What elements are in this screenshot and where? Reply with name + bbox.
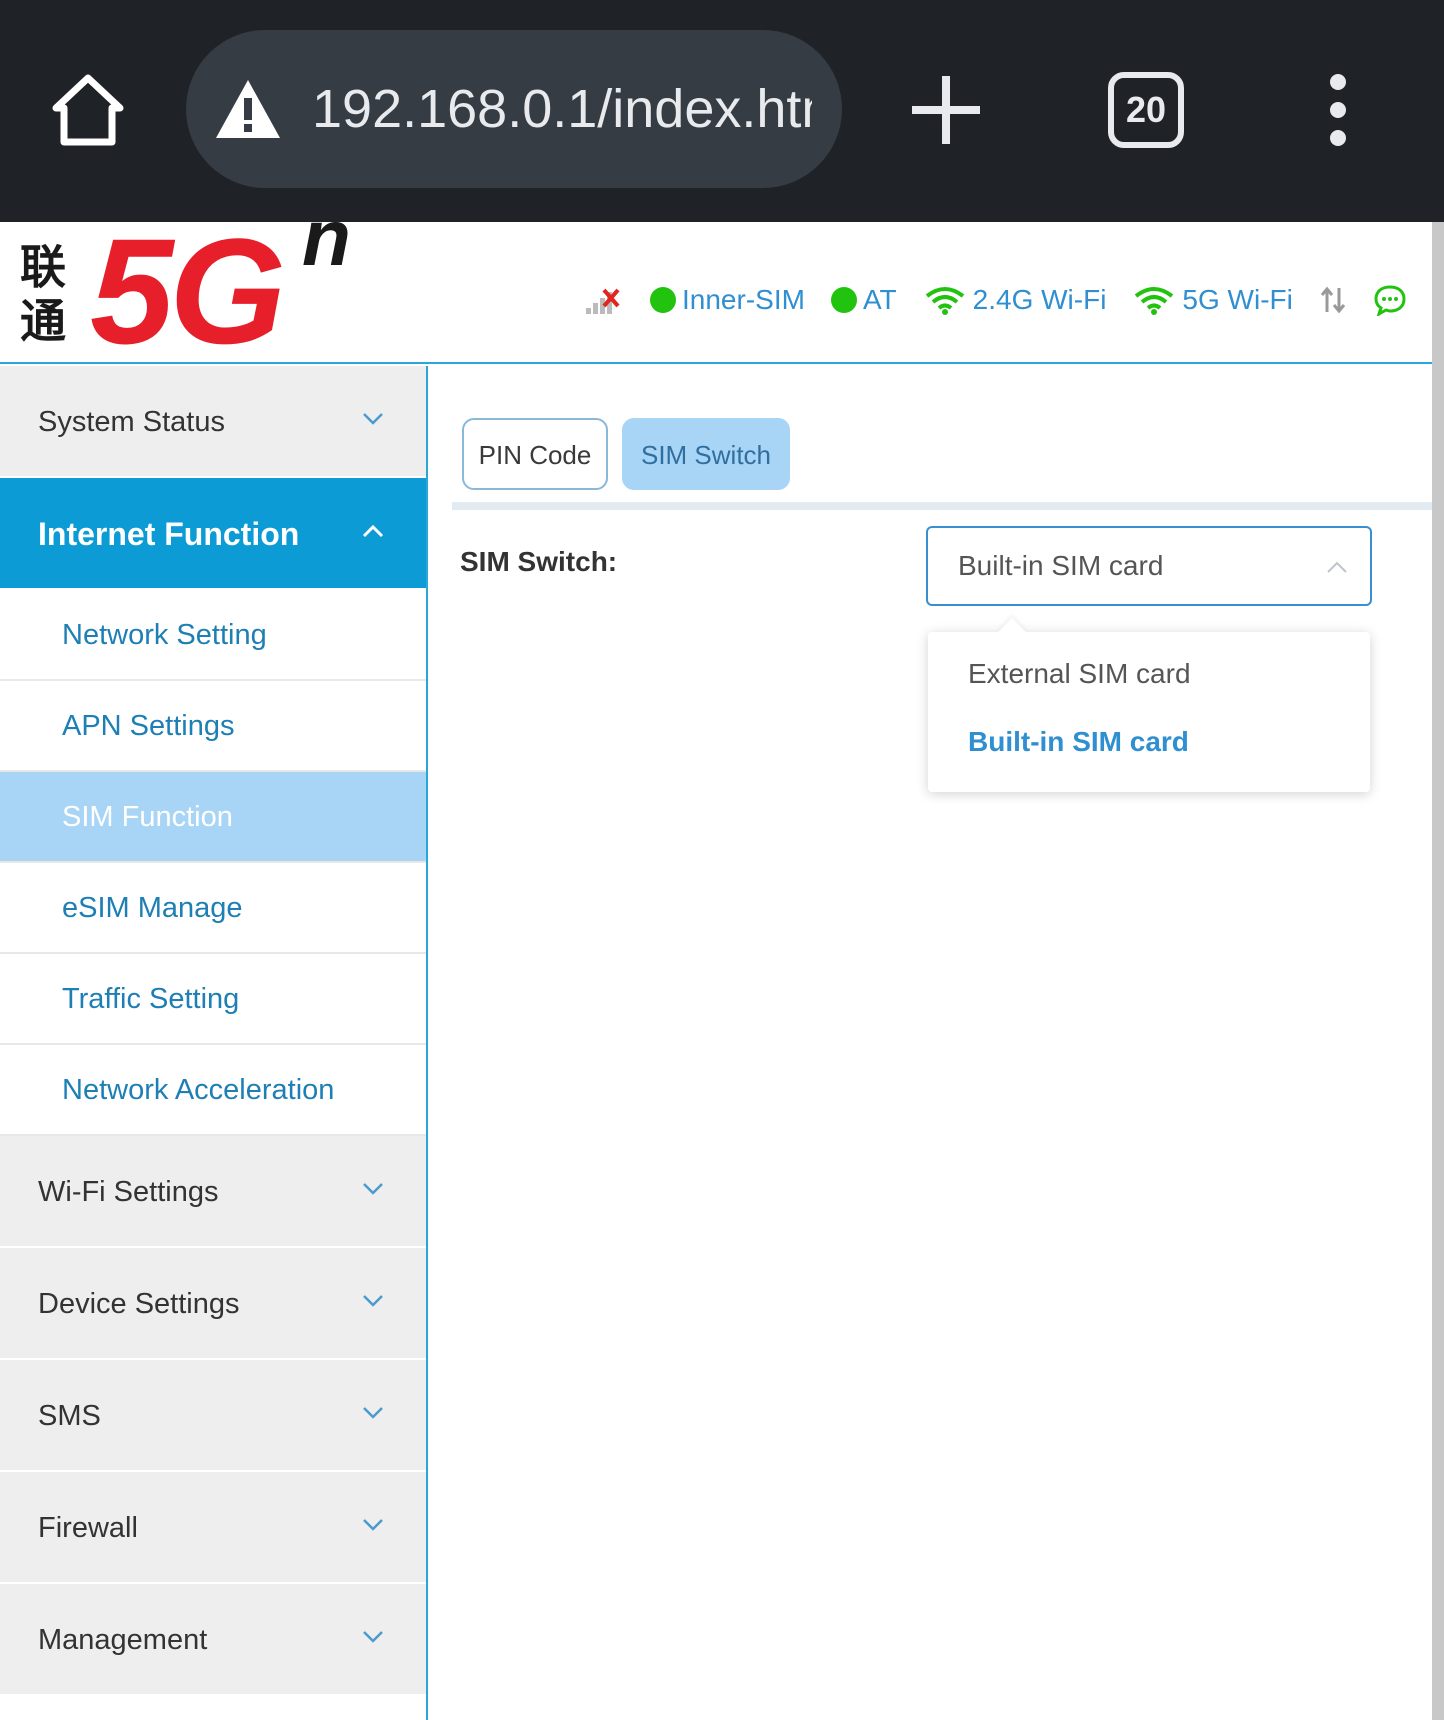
url-text[interactable]: 192.168.0.1/index.htm bbox=[312, 74, 812, 144]
sidebar-item-label: Traffic Setting bbox=[62, 983, 240, 1015]
wifi-5-status: 5G Wi-Fi bbox=[1132, 284, 1293, 316]
wifi-icon bbox=[925, 287, 964, 315]
sidebar-item-esim-manage[interactable]: eSIM Manage bbox=[0, 863, 426, 954]
wifi-24-label: 2.4G Wi-Fi bbox=[972, 284, 1107, 315]
sidebar-item-network-setting[interactable]: Network Setting bbox=[0, 590, 426, 681]
sim-switch-select[interactable]: Built-in SIM card bbox=[926, 526, 1372, 606]
sidebar-item-network-acceleration[interactable]: Network Acceleration bbox=[0, 1045, 426, 1136]
sidebar-item-label: SIM Function bbox=[62, 801, 233, 833]
sidebar-group-label: Wi-Fi Settings bbox=[38, 1176, 219, 1208]
logo-5g: 5G bbox=[90, 207, 286, 375]
sidebar-item-label: eSIM Manage bbox=[62, 892, 243, 924]
warning-icon[interactable] bbox=[214, 78, 282, 140]
sidebar-group-label: Device Settings bbox=[38, 1288, 240, 1320]
chevron-up-icon bbox=[362, 524, 384, 538]
sidebar-group-label: System Status bbox=[38, 406, 225, 438]
sidebar-group-device-settings[interactable]: Device Settings bbox=[0, 1248, 426, 1360]
sim-switch-dropdown: External SIM card Built-in SIM card bbox=[928, 617, 1370, 792]
sim-switch-select-value: Built-in SIM card bbox=[958, 550, 1164, 581]
app-header: 联通 5G n Inner-SIM AT 2.4G Wi-Fi 5G Wi-Fi bbox=[0, 193, 1433, 366]
signal-off-icon bbox=[586, 288, 620, 314]
sidebar-group-management[interactable]: Management bbox=[0, 1584, 426, 1696]
sidebar-item-sim-function[interactable]: SIM Function bbox=[0, 772, 426, 863]
sidebar-item-label: Network Acceleration bbox=[62, 1074, 335, 1106]
wifi-24-status: 2.4G Wi-Fi bbox=[923, 284, 1107, 316]
sidebar: System Status Internet Function Network … bbox=[0, 366, 428, 1720]
sidebar-group-label: Firewall bbox=[38, 1512, 138, 1544]
page-scrollbar[interactable] bbox=[1432, 222, 1444, 1720]
sim-status-dot bbox=[650, 287, 676, 313]
chevron-down-icon bbox=[363, 1183, 383, 1195]
wifi-5-label: 5G Wi-Fi bbox=[1182, 284, 1293, 315]
home-icon[interactable] bbox=[48, 70, 128, 150]
sim-switch-label: SIM Switch: bbox=[460, 546, 618, 577]
dropdown-arrow bbox=[997, 617, 1027, 647]
sms-indicator[interactable] bbox=[1373, 284, 1407, 316]
data-transfer-icon bbox=[1320, 286, 1346, 314]
sim-status-label: Inner-SIM bbox=[682, 284, 805, 315]
at-status: AT bbox=[830, 284, 897, 316]
wifi-icon bbox=[1135, 287, 1174, 315]
sidebar-item-label: APN Settings bbox=[62, 710, 235, 742]
at-status-label: AT bbox=[862, 284, 897, 315]
data-transfer-indicator bbox=[1319, 284, 1347, 316]
message-icon[interactable] bbox=[1373, 284, 1407, 316]
new-tab-icon[interactable] bbox=[910, 74, 982, 146]
browser-toolbar: 192.168.0.1/index.htm 20 bbox=[0, 0, 1444, 222]
sidebar-group-internet-function[interactable]: Internet Function bbox=[0, 478, 426, 590]
main-content: PIN Code SIM Switch SIM Switch: Built-in… bbox=[430, 366, 1432, 1720]
option-external-sim[interactable]: External SIM card bbox=[968, 658, 1191, 690]
tab-divider bbox=[452, 502, 1432, 510]
sidebar-group-label: Internet Function bbox=[38, 516, 300, 552]
chevron-down-icon bbox=[363, 1631, 383, 1643]
logo-chinese-text: 联通 bbox=[20, 240, 66, 348]
no-signal-indicator bbox=[584, 284, 624, 316]
tab-sim-switch[interactable]: SIM Switch bbox=[622, 418, 790, 490]
sidebar-group-label: SMS bbox=[38, 1400, 101, 1432]
more-options-icon[interactable] bbox=[1318, 72, 1358, 148]
option-built-in-sim[interactable]: Built-in SIM card bbox=[968, 726, 1189, 758]
sidebar-group-system-status[interactable]: System Status bbox=[0, 366, 426, 478]
sim-status: Inner-SIM bbox=[650, 284, 805, 316]
chevron-down-icon bbox=[363, 413, 383, 425]
chevron-down-icon bbox=[363, 1295, 383, 1307]
at-status-dot bbox=[830, 287, 857, 313]
tab-pin-code[interactable]: PIN Code bbox=[462, 418, 608, 490]
tab-count-button[interactable]: 20 bbox=[1108, 72, 1184, 148]
sidebar-group-sms[interactable]: SMS bbox=[0, 1360, 426, 1472]
sidebar-item-apn-settings[interactable]: APN Settings bbox=[0, 681, 426, 772]
sidebar-group-label: Management bbox=[38, 1624, 208, 1656]
sidebar-item-traffic-setting[interactable]: Traffic Setting bbox=[0, 954, 426, 1045]
sidebar-group-wifi-settings[interactable]: Wi-Fi Settings bbox=[0, 1136, 426, 1248]
chevron-down-icon bbox=[363, 1407, 383, 1419]
sidebar-item-label: Network Setting bbox=[62, 619, 267, 651]
chevron-down-icon bbox=[363, 1519, 383, 1531]
chevron-up-icon bbox=[1327, 561, 1347, 573]
logo-n: n bbox=[302, 193, 351, 282]
status-bar: Inner-SIM AT 2.4G Wi-Fi 5G Wi-Fi bbox=[584, 278, 1433, 322]
sidebar-group-firewall[interactable]: Firewall bbox=[0, 1472, 426, 1584]
